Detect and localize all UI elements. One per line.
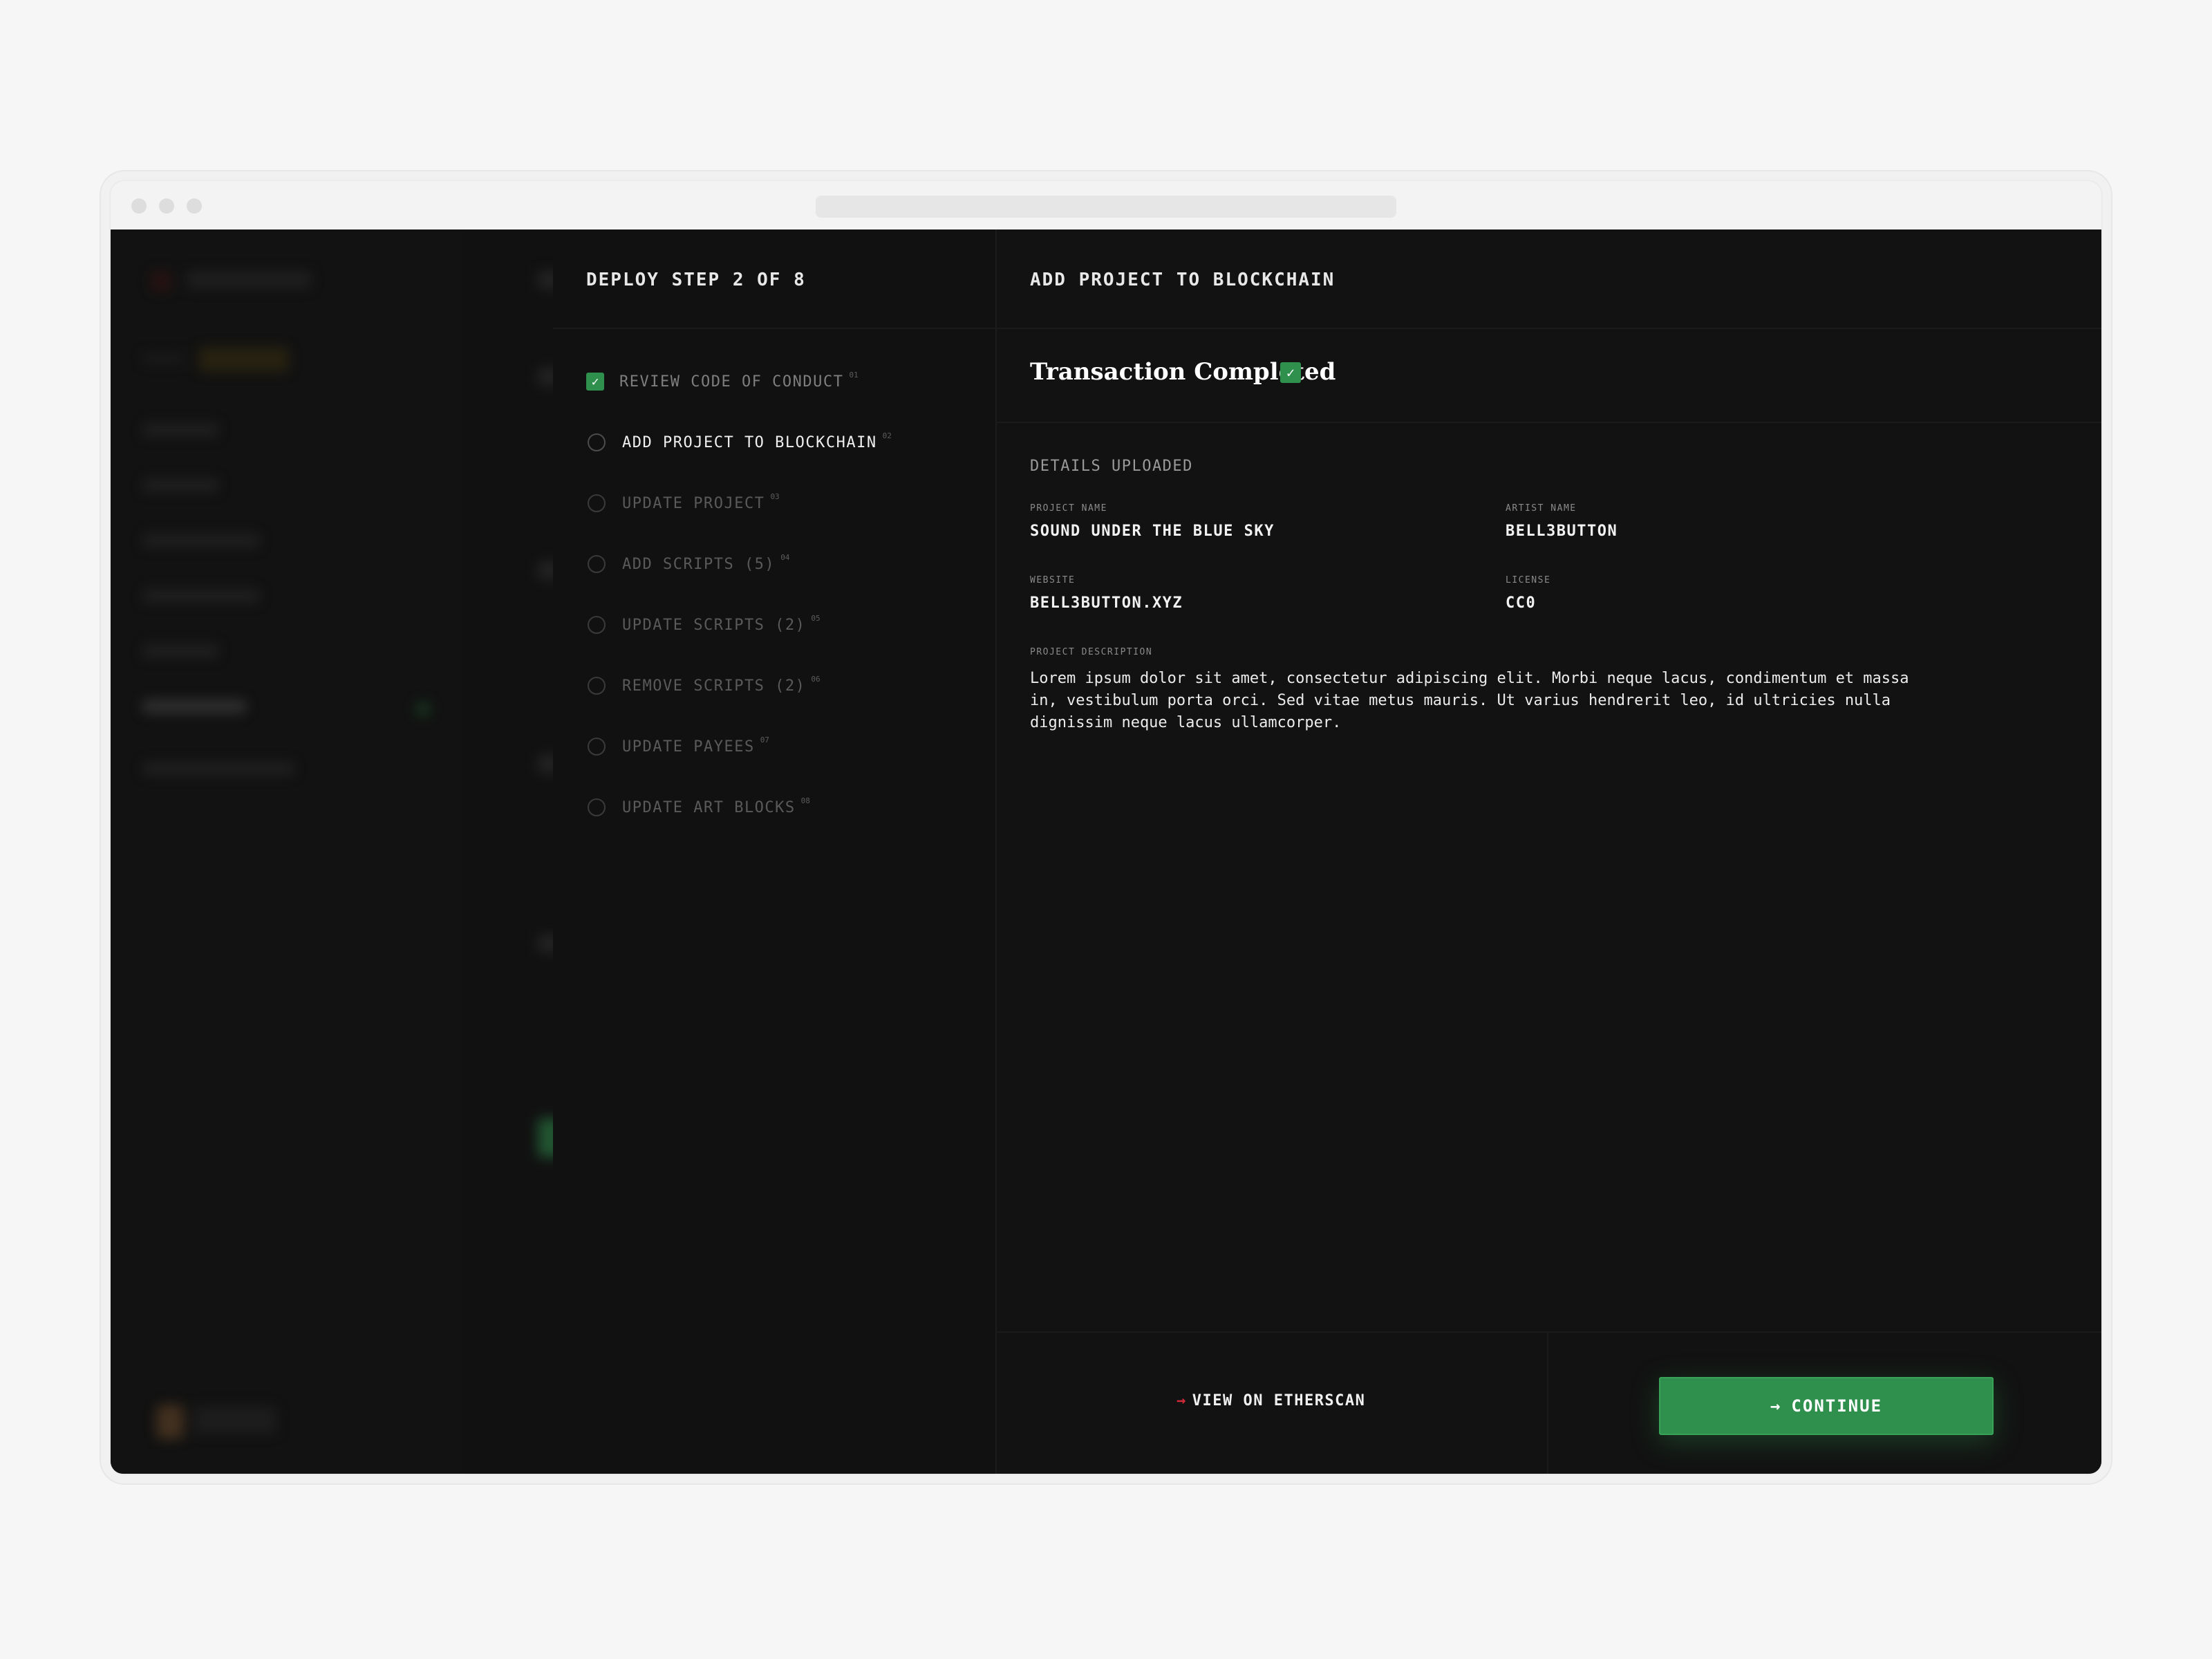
etherscan-label: VIEW ON ETHERSCAN bbox=[1192, 1392, 1366, 1409]
detail-header: ADD PROJECT TO BLOCKCHAIN bbox=[997, 229, 2101, 329]
radio-ring-icon bbox=[588, 494, 606, 512]
project-name-value: SOUND UNDER THE BLUE SKY bbox=[1030, 523, 1275, 540]
step-number: 07 bbox=[760, 735, 769, 744]
step-number: 06 bbox=[811, 674, 821, 684]
steps-title: DEPLOY STEP 2 OF 8 bbox=[586, 270, 806, 290]
detail-title: ADD PROJECT TO BLOCKCHAIN bbox=[1030, 270, 1335, 290]
step-add-project-to-blockchain[interactable]: ADD PROJECT TO BLOCKCHAIN 02 bbox=[586, 429, 892, 456]
continue-button[interactable]: → CONTINUE bbox=[1659, 1377, 1994, 1435]
window-minimize-dot[interactable] bbox=[159, 198, 174, 214]
transaction-status-row: Transaction Completed ✓ bbox=[997, 329, 2101, 423]
step-number: 05 bbox=[811, 613, 821, 623]
website-value: BELL3BUTTON.XYZ bbox=[1030, 594, 1183, 612]
step-update-project[interactable]: UPDATE PROJECT 03 bbox=[586, 489, 780, 517]
step-label: UPDATE PAYEES bbox=[622, 738, 755, 756]
step-label: UPDATE ART BLOCKS bbox=[622, 798, 796, 816]
step-update-scripts[interactable]: UPDATE SCRIPTS (2) 05 bbox=[586, 611, 821, 639]
continue-label: CONTINUE bbox=[1791, 1396, 1883, 1416]
background-user-info bbox=[194, 1406, 276, 1434]
radio-ring-icon bbox=[588, 738, 606, 756]
app-viewport: DEPLOY STEP 2 OF 8 ✓ REVIEW CODE OF COND… bbox=[111, 229, 2101, 1474]
step-number: 04 bbox=[780, 552, 790, 562]
step-label: ADD PROJECT TO BLOCKCHAIN bbox=[622, 433, 877, 451]
background-nav-item bbox=[142, 478, 218, 492]
step-detail-panel: ADD PROJECT TO BLOCKCHAIN Transaction Co… bbox=[997, 229, 2101, 1474]
deploy-steps-panel: DEPLOY STEP 2 OF 8 ✓ REVIEW CODE OF COND… bbox=[553, 229, 997, 1474]
background-nav-item bbox=[142, 589, 260, 603]
step-number: 08 bbox=[800, 796, 810, 805]
radio-ring-icon bbox=[588, 555, 606, 573]
step-number: 02 bbox=[882, 431, 892, 440]
browser-window: DEPLOY STEP 2 OF 8 ✓ REVIEW CODE OF COND… bbox=[111, 181, 2101, 1474]
background-nav-footer bbox=[142, 762, 294, 776]
background-nav-item-active bbox=[142, 700, 246, 713]
radio-ring-icon bbox=[588, 677, 606, 695]
artist-name-value: BELL3BUTTON bbox=[1506, 523, 1618, 540]
website-label: WEBSITE bbox=[1030, 575, 1076, 585]
background-nav-item bbox=[142, 534, 260, 547]
step-label: REMOVE SCRIPTS (2) bbox=[622, 677, 806, 695]
address-bar[interactable] bbox=[816, 196, 1396, 218]
step-label: UPDATE PROJECT bbox=[622, 494, 765, 512]
step-label: ADD SCRIPTS (5) bbox=[622, 555, 776, 573]
background-nav-badge bbox=[415, 701, 431, 718]
steps-header: DEPLOY STEP 2 OF 8 bbox=[553, 229, 995, 329]
step-number: 03 bbox=[770, 491, 780, 501]
details-section-title: DETAILS UPLOADED bbox=[1030, 458, 1193, 475]
window-maximize-dot[interactable] bbox=[187, 198, 202, 214]
step-update-art-blocks[interactable]: UPDATE ART BLOCKS 08 bbox=[586, 794, 810, 821]
step-add-scripts[interactable]: ADD SCRIPTS (5) 04 bbox=[586, 550, 789, 578]
step-update-payees[interactable]: UPDATE PAYEES 07 bbox=[586, 733, 769, 760]
check-icon: ✓ bbox=[586, 373, 604, 391]
project-description-label: PROJECT DESCRIPTION bbox=[1030, 647, 1153, 657]
background-network-badge bbox=[199, 347, 289, 372]
background-network-label bbox=[142, 354, 184, 364]
background-nav-item bbox=[142, 423, 218, 437]
step-remove-scripts[interactable]: REMOVE SCRIPTS (2) 06 bbox=[586, 672, 821, 700]
step-label: REVIEW CODE OF CONDUCT bbox=[619, 373, 844, 391]
browser-titlebar bbox=[111, 181, 2101, 229]
background-nav-item bbox=[142, 644, 218, 658]
step-review-code-of-conduct[interactable]: ✓ REVIEW CODE OF CONDUCT 01 bbox=[586, 368, 859, 395]
radio-ring-icon bbox=[588, 616, 606, 634]
window-close-dot[interactable] bbox=[131, 198, 147, 214]
artist-name-label: ARTIST NAME bbox=[1506, 503, 1577, 514]
radio-ring-icon bbox=[588, 433, 606, 451]
background-logo-icon bbox=[151, 271, 171, 292]
project-description-value: Lorem ipsum dolor sit amet, consectetur … bbox=[1030, 670, 1909, 731]
footer-divider bbox=[1547, 1333, 1548, 1474]
check-icon: ✓ bbox=[1280, 362, 1301, 383]
license-label: LICENSE bbox=[1506, 575, 1551, 585]
project-name-label: PROJECT NAME bbox=[1030, 503, 1107, 514]
step-label: UPDATE SCRIPTS (2) bbox=[622, 616, 806, 634]
license-value: CC0 bbox=[1506, 594, 1537, 612]
background-sidebar bbox=[111, 229, 463, 1474]
detail-footer: → VIEW ON ETHERSCAN → CONTINUE bbox=[997, 1331, 2101, 1474]
background-content bbox=[463, 229, 567, 1474]
view-on-etherscan-link[interactable]: → VIEW ON ETHERSCAN bbox=[1177, 1392, 1365, 1409]
radio-ring-icon bbox=[588, 798, 606, 816]
arrow-right-icon: → bbox=[1770, 1396, 1782, 1416]
background-app-title bbox=[187, 271, 311, 289]
background-avatar bbox=[156, 1405, 184, 1439]
arrow-right-icon: → bbox=[1177, 1392, 1187, 1409]
step-number: 01 bbox=[849, 370, 859, 379]
